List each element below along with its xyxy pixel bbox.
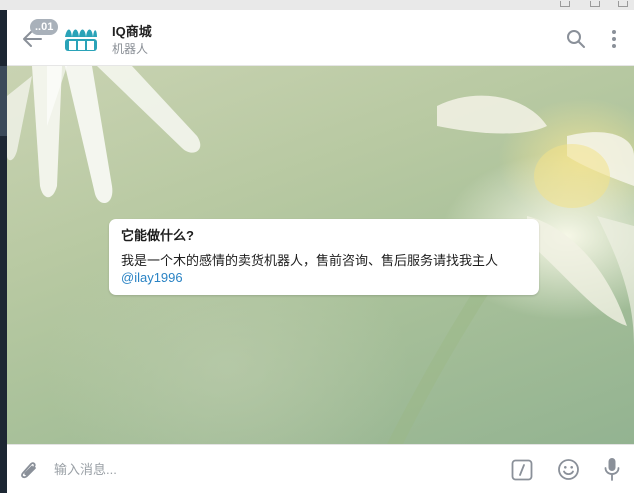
microphone-icon	[604, 458, 620, 481]
emoji-icon	[558, 459, 579, 480]
maximize-icon[interactable]	[586, 0, 602, 8]
minimize-icon[interactable]	[556, 0, 572, 8]
message-input[interactable]	[54, 455, 494, 483]
chat-list-edge	[0, 10, 7, 493]
iq-mall-logo-icon	[60, 18, 102, 60]
emoji-button[interactable]	[557, 458, 580, 481]
chat-title[interactable]: IQ商城	[112, 21, 152, 40]
paperclip-icon	[21, 462, 36, 479]
mention-link[interactable]: @ilay1996	[121, 269, 527, 286]
bot-command-icon	[511, 459, 533, 481]
avatar[interactable]	[59, 17, 103, 61]
close-icon[interactable]	[614, 0, 630, 8]
message-title: 它能做什么?	[121, 228, 194, 243]
bot-command-button[interactable]	[511, 459, 533, 481]
chat-header: ..01 IQ商城 机器人	[7, 10, 634, 66]
voice-record-button[interactable]	[604, 457, 620, 482]
message-composer	[7, 444, 634, 493]
window-top-strip	[0, 0, 634, 10]
attach-button[interactable]	[18, 458, 40, 482]
unread-badge: ..01	[30, 19, 59, 35]
message-text: 我是一个木的感情的卖货机器人，售前咨询、售后服务请找我主人	[121, 253, 499, 268]
search-button[interactable]	[565, 28, 587, 50]
chat-subtitle: 机器人	[112, 42, 149, 56]
message-bubble: 它能做什么? 我是一个木的感情的卖货机器人，售前咨询、售后服务请找我主人 @il…	[109, 219, 539, 295]
more-options-button[interactable]	[607, 28, 621, 50]
chat-background: 它能做什么? 我是一个木的感情的卖货机器人，售前咨询、售后服务请找我主人 @il…	[7, 66, 634, 444]
more-vertical-icon	[612, 30, 616, 48]
search-icon	[567, 30, 585, 48]
chat-list-selected-edge	[0, 66, 7, 136]
